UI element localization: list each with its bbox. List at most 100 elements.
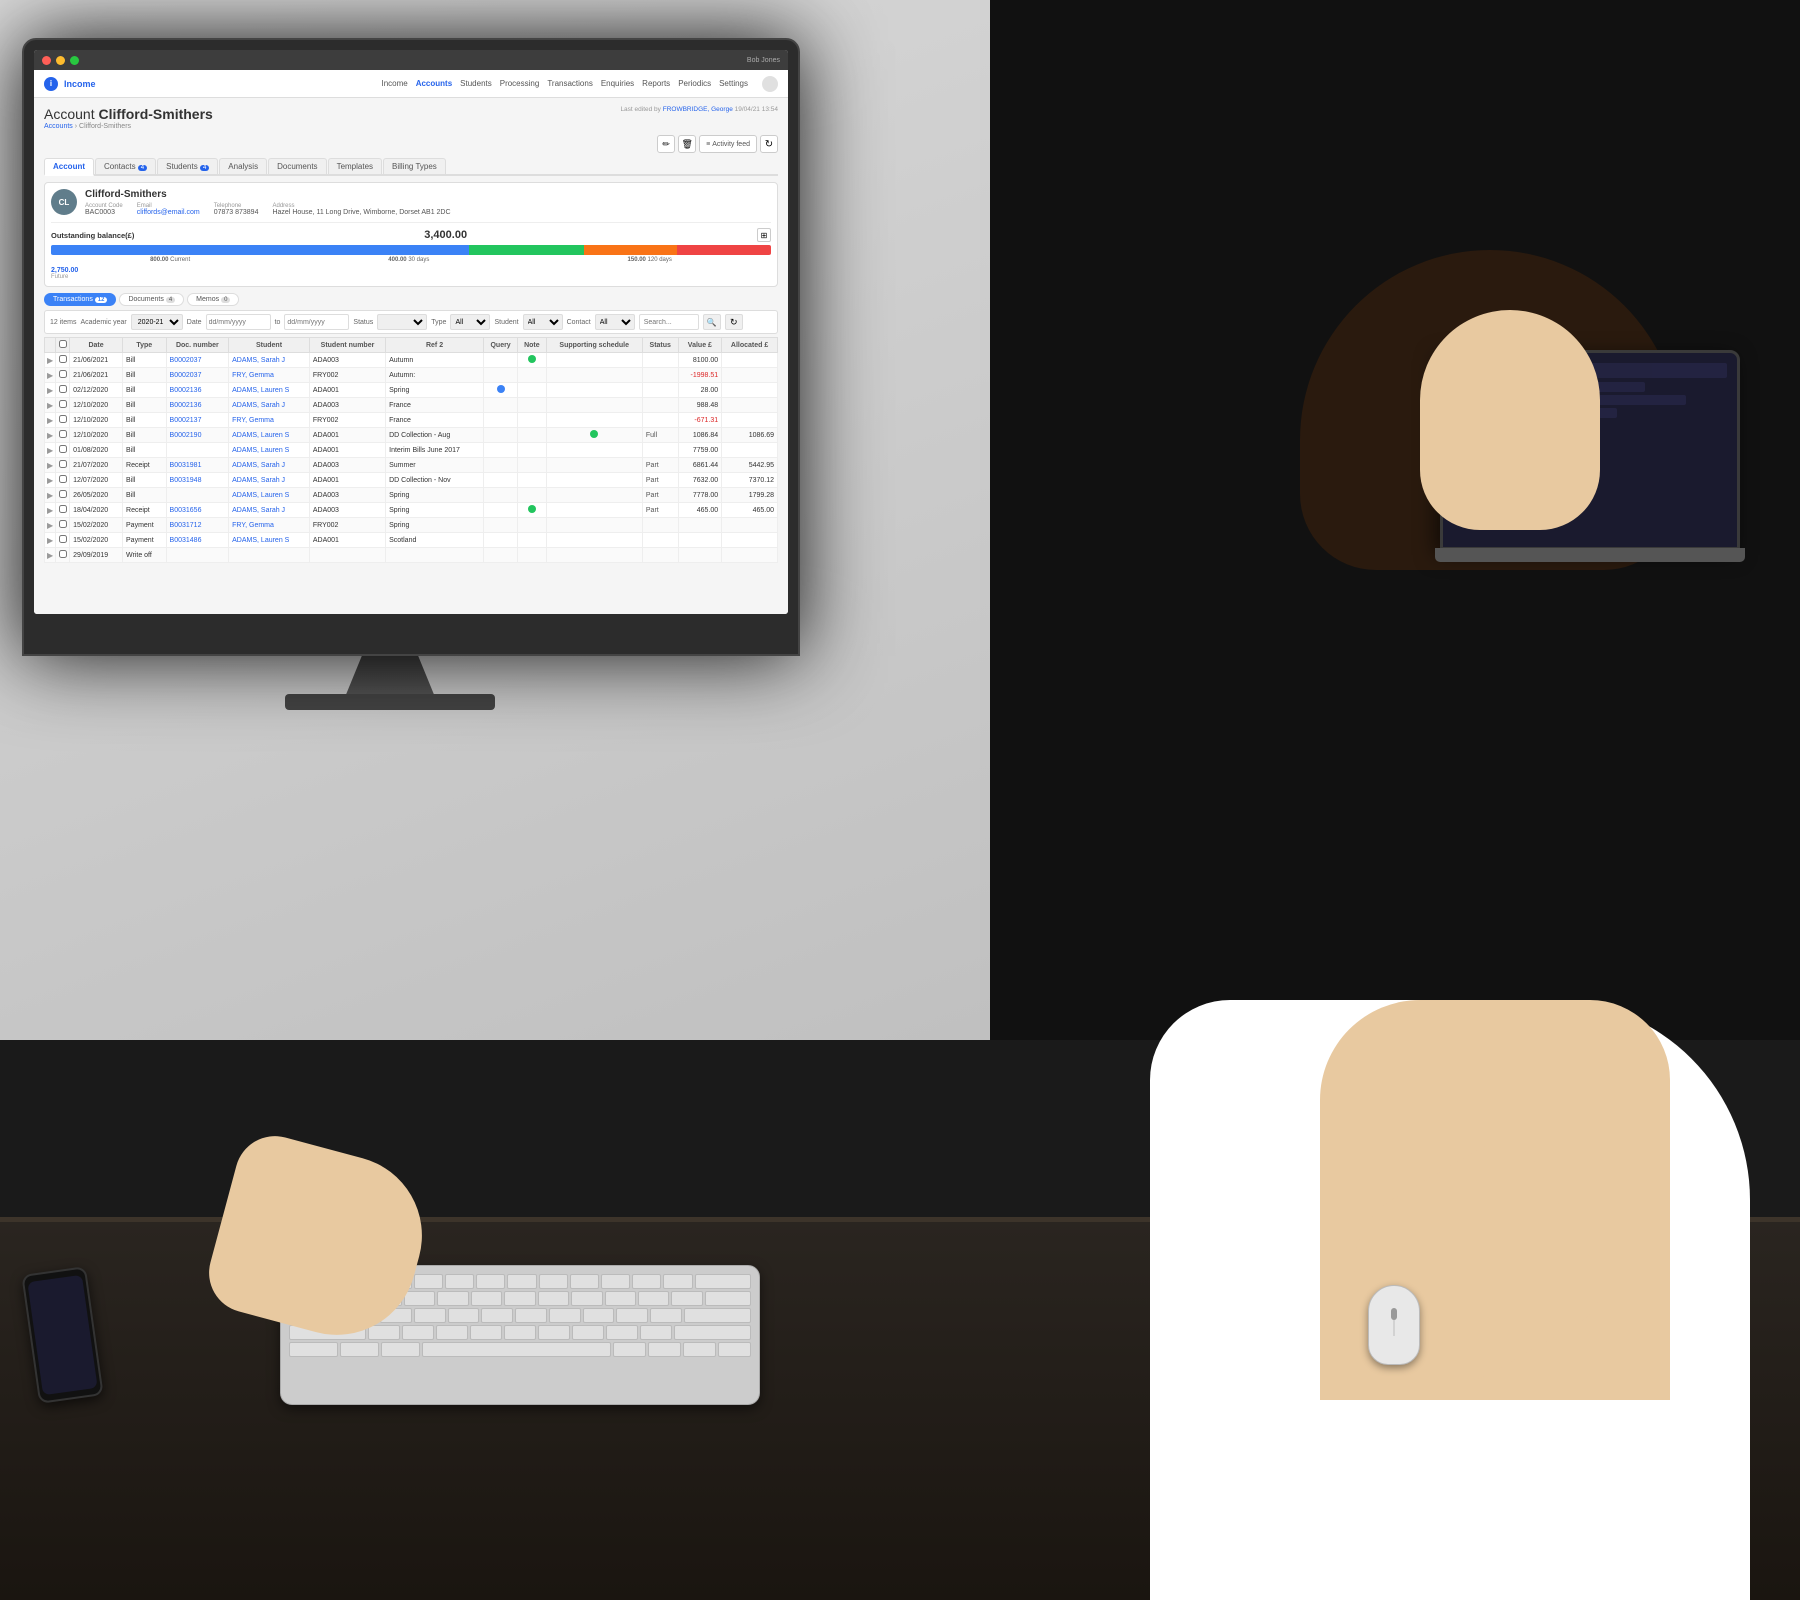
row-query[interactable] [483,548,517,563]
row-doc[interactable]: B0002037 [166,368,229,383]
row-checkbox[interactable] [56,368,70,383]
row-student[interactable] [229,548,310,563]
tab-contacts[interactable]: Contacts 4 [95,158,156,174]
col-note[interactable]: Note [518,338,546,353]
breadcrumb-accounts-link[interactable]: Accounts [44,123,73,130]
tab-documents[interactable]: Documents [268,158,326,174]
refresh-table-btn[interactable]: ↻ [725,314,743,330]
row-expand[interactable]: ▶ [45,428,56,443]
nav-transactions[interactable]: Transactions [547,79,593,88]
row-expand[interactable]: ▶ [45,443,56,458]
row-student[interactable]: ADAMS, Lauren S [229,443,310,458]
type-select[interactable]: All [450,314,490,330]
search-input[interactable] [639,314,699,330]
row-query[interactable] [483,353,517,368]
row-checkbox[interactable] [56,503,70,518]
col-date[interactable]: Date [70,338,123,353]
row-checkbox[interactable] [56,443,70,458]
row-doc[interactable]: B0031948 [166,473,229,488]
row-query[interactable] [483,518,517,533]
row-checkbox[interactable] [56,518,70,533]
row-doc[interactable]: B0031981 [166,458,229,473]
nav-accounts[interactable]: Accounts [416,79,452,88]
nav-settings[interactable]: Settings [719,79,748,88]
row-expand[interactable]: ▶ [45,398,56,413]
activity-feed-button[interactable]: ≡ Activity feed [699,135,757,153]
col-schedule[interactable]: Supporting schedule [546,338,642,353]
row-doc[interactable]: B0002136 [166,383,229,398]
row-student[interactable]: ADAMS, Sarah J [229,353,310,368]
status-select[interactable] [377,314,427,330]
row-expand[interactable]: ▶ [45,413,56,428]
maximize-dot[interactable] [70,56,79,65]
row-expand[interactable]: ▶ [45,353,56,368]
row-expand[interactable]: ▶ [45,488,56,503]
row-checkbox[interactable] [56,458,70,473]
sub-tab-documents[interactable]: Documents 4 [119,293,184,306]
row-query[interactable] [483,428,517,443]
row-student[interactable]: ADAMS, Sarah J [229,473,310,488]
tab-templates[interactable]: Templates [328,158,382,174]
edit-button[interactable]: ✏ [657,135,675,153]
row-query[interactable] [483,488,517,503]
tab-analysis[interactable]: Analysis [219,158,267,174]
sub-tab-transactions[interactable]: Transactions 12 [44,293,116,306]
row-checkbox[interactable] [56,548,70,563]
row-query[interactable] [483,383,517,398]
col-status[interactable]: Status [642,338,678,353]
col-ref2[interactable]: Ref 2 [386,338,484,353]
row-doc[interactable]: B0002136 [166,398,229,413]
col-value[interactable]: Value £ [678,338,722,353]
col-type[interactable]: Type [123,338,167,353]
sub-tab-memos[interactable]: Memos 0 [187,293,239,306]
nav-income[interactable]: Income [381,79,407,88]
row-expand[interactable]: ▶ [45,473,56,488]
row-doc[interactable] [166,548,229,563]
row-student[interactable]: ADAMS, Sarah J [229,458,310,473]
row-query[interactable] [483,443,517,458]
mouse[interactable] [1368,1285,1420,1365]
tab-billing-types[interactable]: Billing Types [383,158,446,174]
row-checkbox[interactable] [56,353,70,368]
row-query[interactable] [483,413,517,428]
row-query[interactable] [483,458,517,473]
nav-reports[interactable]: Reports [642,79,670,88]
row-expand[interactable]: ▶ [45,533,56,548]
row-student[interactable]: ADAMS, Lauren S [229,533,310,548]
nav-enquiries[interactable]: Enquiries [601,79,634,88]
date-from-input[interactable] [206,314,271,330]
minimize-dot[interactable] [56,56,65,65]
row-checkbox[interactable] [56,428,70,443]
date-to-input[interactable] [284,314,349,330]
row-expand[interactable]: ▶ [45,383,56,398]
row-checkbox[interactable] [56,533,70,548]
row-student[interactable]: ADAMS, Sarah J [229,398,310,413]
row-doc[interactable]: B0031656 [166,503,229,518]
row-query[interactable] [483,368,517,383]
col-student-num[interactable]: Student number [309,338,385,353]
tab-students[interactable]: Students 4 [157,158,218,174]
row-expand[interactable]: ▶ [45,518,56,533]
col-allocated[interactable]: Allocated £ [722,338,778,353]
row-doc[interactable]: B0002137 [166,413,229,428]
select-all-checkbox[interactable] [59,340,67,348]
student-select[interactable]: All [523,314,563,330]
row-student[interactable]: FRY, Gemma [229,368,310,383]
row-doc[interactable] [166,488,229,503]
row-checkbox[interactable] [56,383,70,398]
col-doc[interactable]: Doc. number [166,338,229,353]
row-expand[interactable]: ▶ [45,368,56,383]
nav-students[interactable]: Students [460,79,492,88]
tab-account[interactable]: Account [44,158,94,176]
row-query[interactable] [483,533,517,548]
row-doc[interactable]: B0002190 [166,428,229,443]
row-student[interactable]: ADAMS, Lauren S [229,428,310,443]
row-query[interactable] [483,398,517,413]
row-checkbox[interactable] [56,473,70,488]
row-expand[interactable]: ▶ [45,458,56,473]
academic-year-select[interactable]: 2020-21 [131,314,183,330]
col-query[interactable]: Query [483,338,517,353]
row-expand[interactable]: ▶ [45,503,56,518]
row-query[interactable] [483,473,517,488]
row-query[interactable] [483,503,517,518]
